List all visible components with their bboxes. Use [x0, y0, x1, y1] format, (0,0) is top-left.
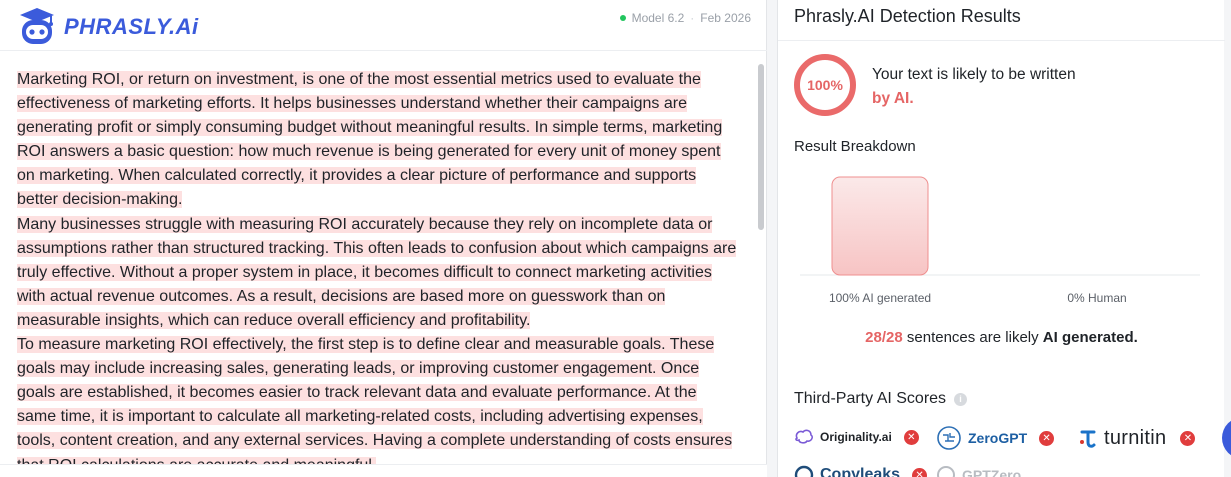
fail-icon: ✕	[903, 429, 919, 445]
model-date: Feb 2026	[700, 11, 751, 25]
chart-bar-0	[831, 176, 929, 276]
results-title: Phrasly.AI Detection Results	[794, 6, 1021, 26]
gptzero-icon	[937, 466, 955, 477]
sentence-highlight: When calculated correctly, it provides a…	[17, 167, 697, 209]
verdict-line-2: by AI.	[872, 90, 914, 107]
results-panel: Phrasly.AI Detection Results 100% Your t…	[777, 0, 1225, 477]
breakdown-chart: 100% AI generated 0% Human	[800, 176, 1200, 305]
fail-icon: ✕	[1180, 431, 1196, 446]
copyleaks-icon	[794, 465, 814, 477]
editor-panel: PHRASLY.Ai Model 6.2 · Feb 2026 Marketin…	[0, 0, 767, 477]
text-input-area[interactable]: Marketing ROI, or return on investment, …	[0, 52, 758, 464]
editor-footer	[0, 464, 767, 477]
verdict-line-1: Your text is likely to be written	[872, 66, 1076, 83]
brain-icon	[795, 429, 814, 444]
fail-icon: ✕	[1039, 430, 1055, 446]
editor-header: PHRASLY.Ai Model 6.2 · Feb 2026	[0, 0, 767, 51]
verdict: Your text is likely to be written by AI.	[872, 63, 1076, 111]
status-dot-icon	[619, 15, 626, 21]
paragraph-2: Many businesses struggle with measuring …	[17, 213, 738, 333]
sentence-summary: 28/28 sentences are likely AI generated.	[778, 329, 1225, 346]
badge-name: Copyleaks	[820, 466, 901, 477]
badge-turnitin: turnitin ✕	[1078, 427, 1196, 450]
third-party-scores: Originality.ai ✕ ZeroGPT ✕ turnitin ✕ Co…	[794, 425, 1224, 477]
breakdown-title: Result Breakdown	[794, 138, 916, 155]
score-ring: 100%	[794, 54, 856, 116]
chart-category-label: 0% Human	[1067, 291, 1126, 305]
third-party-title: Third-Party AI Scores i	[794, 390, 968, 408]
paragraph-1: Marketing ROI, or return on investment, …	[17, 68, 738, 213]
app-root: PHRASLY.Ai Model 6.2 · Feb 2026 Marketin…	[0, 0, 1231, 477]
scrollbar-thumb[interactable]	[758, 64, 764, 230]
badge-gptzero: GPTZero	[936, 465, 1021, 477]
sentence-highlight: To measure marketing ROI effectively, th…	[17, 336, 666, 354]
badge-name: Originality.ai	[820, 430, 892, 444]
chart-category-label: 100% AI generated	[829, 291, 931, 305]
brand-logo[interactable]: PHRASLY.Ai	[14, 6, 199, 48]
sentence-count: 28/28	[865, 329, 903, 346]
badge-originality: Originality.ai ✕	[794, 429, 919, 445]
robot-logo-icon	[14, 6, 60, 48]
turnitin-mark-icon	[1080, 430, 1096, 448]
separator: ·	[690, 11, 695, 25]
brain-circuit-icon	[937, 426, 961, 450]
info-icon[interactable]: i	[954, 392, 968, 406]
fail-icon: ✕	[912, 467, 928, 477]
badge-name: GPTZero	[962, 467, 1022, 477]
model-info: Model 6.2 · Feb 2026	[619, 11, 751, 25]
score-percent: 100%	[807, 77, 843, 93]
divider	[778, 40, 1225, 41]
badge-name: ZeroGPT	[968, 430, 1028, 446]
badge-copyleaks: Copyleaks ✕	[794, 465, 928, 477]
brand-name: PHRASLY.Ai	[64, 14, 199, 39]
summary-bold: AI generated.	[1042, 329, 1138, 346]
model-version: Model 6.2	[631, 11, 685, 25]
badge-zerogpt: ZeroGPT ✕	[936, 425, 1055, 451]
summary-text: sentences are likely	[902, 329, 1043, 346]
badge-name: turnitin	[1104, 427, 1167, 449]
third-party-label: Third-Party AI Scores	[794, 390, 947, 407]
paragraph-3: To measure marketing ROI effectively, th…	[17, 333, 738, 464]
